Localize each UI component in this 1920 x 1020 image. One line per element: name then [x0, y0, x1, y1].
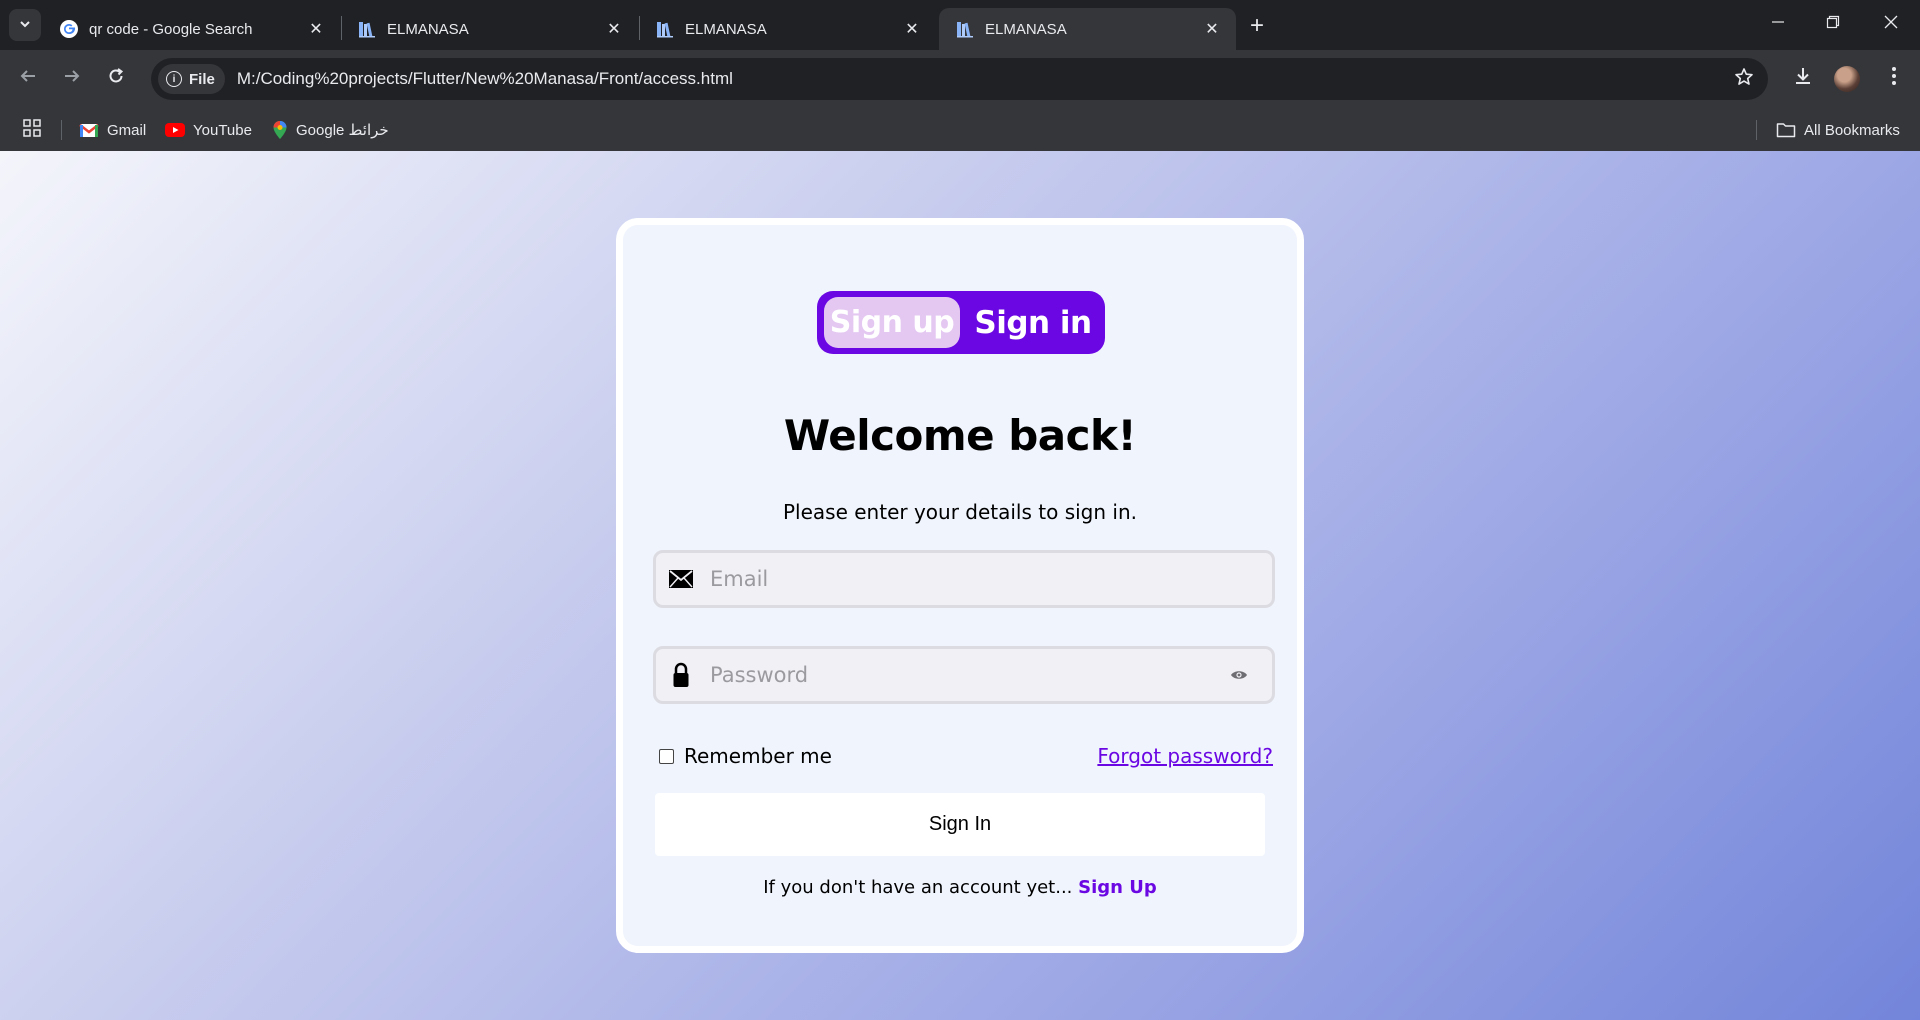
tab-title: qr code - Google Search: [89, 20, 253, 38]
bookmark-gmail[interactable]: Gmail: [79, 117, 146, 143]
page-viewport: Sign up Sign in Welcome back! Please ent…: [0, 151, 1920, 1020]
info-icon: i: [166, 71, 182, 87]
close-tab-icon[interactable]: ✕: [902, 19, 922, 39]
google-g-icon: [59, 19, 79, 39]
remember-me[interactable]: Remember me: [659, 744, 832, 768]
tab-title: ELMANASA: [685, 20, 767, 38]
tab-elmanasa-2[interactable]: ELMANASA ✕: [639, 8, 936, 50]
remember-me-label: Remember me: [684, 744, 832, 768]
tab-elmanasa-1[interactable]: ELMANASA ✕: [341, 8, 638, 50]
maps-pin-icon: [272, 120, 288, 140]
password-input[interactable]: [710, 663, 1228, 687]
tab-elmanasa-active[interactable]: ELMANASA ✕: [939, 8, 1236, 50]
bookmark-label: Google خرائط: [296, 122, 389, 139]
auth-card: Sign up Sign in Welcome back! Please ent…: [616, 218, 1304, 953]
all-bookmarks-label: All Bookmarks: [1804, 121, 1900, 139]
sign-in-button[interactable]: Sign In: [655, 793, 1265, 856]
bookmark-star-icon[interactable]: [1734, 67, 1754, 93]
bookmarks-bar: Gmail YouTube Google خرائط All Bookmarks: [0, 108, 1920, 151]
download-icon: [1793, 66, 1813, 92]
new-tab-button[interactable]: +: [1243, 12, 1271, 40]
signup-link[interactable]: Sign Up: [1078, 877, 1157, 898]
page-subtitle: Please enter your details to sign in.: [782, 500, 1137, 524]
email-field[interactable]: [653, 550, 1275, 608]
bookmark-separator: [61, 120, 62, 140]
email-input[interactable]: [710, 567, 1272, 591]
tab-google-search[interactable]: qr code - Google Search ✕: [43, 8, 340, 50]
password-field[interactable]: [653, 646, 1275, 704]
gmail-icon: [79, 122, 99, 138]
eye-icon[interactable]: [1228, 664, 1250, 686]
envelope-icon: [668, 566, 694, 592]
close-tab-icon[interactable]: ✕: [1202, 19, 1222, 39]
books-icon: [655, 19, 675, 39]
signin-toggle-option[interactable]: Sign in: [967, 297, 1099, 348]
reload-button[interactable]: [101, 64, 131, 94]
address-bar[interactable]: i File M:/Coding%20projects/Flutter/New%…: [151, 58, 1768, 100]
bookmark-label: Gmail: [107, 121, 147, 139]
plus-icon: +: [1249, 12, 1264, 39]
tab-strip: qr code - Google Search ✕ ELMANASA ✕ ELM…: [0, 0, 1920, 50]
page-title: Welcome back!: [783, 411, 1137, 460]
tab-search-button[interactable]: [9, 9, 41, 41]
books-icon: [955, 19, 975, 39]
forgot-password-link[interactable]: Forgot password?: [1097, 744, 1273, 768]
auth-mode-toggle: Sign up Sign in: [817, 291, 1105, 354]
folder-icon: [1776, 122, 1796, 138]
bookmark-google-maps[interactable]: Google خرائط: [272, 117, 389, 143]
apps-button[interactable]: [22, 117, 42, 143]
browser-toolbar: i File M:/Coding%20projects/Flutter/New%…: [0, 50, 1920, 108]
minimize-icon: [1771, 15, 1785, 34]
reload-icon: [107, 67, 125, 91]
bookmark-label: YouTube: [193, 121, 252, 139]
restore-button[interactable]: [1810, 8, 1856, 40]
menu-button[interactable]: [1879, 64, 1909, 94]
books-icon: [357, 19, 377, 39]
bookmark-separator: [1756, 120, 1757, 140]
signup-prompt-text: If you don't have an account yet...: [763, 877, 1073, 898]
downloads-button[interactable]: [1788, 64, 1818, 94]
forward-button[interactable]: [57, 64, 87, 94]
url-text[interactable]: M:/Coding%20projects/Flutter/New%20Manas…: [237, 69, 733, 89]
tab-title: ELMANASA: [985, 20, 1067, 38]
close-tab-icon[interactable]: ✕: [604, 19, 624, 39]
all-bookmarks-button[interactable]: All Bookmarks: [1776, 117, 1900, 143]
youtube-icon: [165, 123, 185, 137]
bookmark-youtube[interactable]: YouTube: [165, 117, 252, 143]
arrow-right-icon: [63, 67, 81, 91]
close-icon: [1883, 14, 1899, 35]
profile-avatar[interactable]: [1834, 66, 1860, 92]
site-info-label: File: [189, 70, 215, 88]
remember-me-checkbox[interactable]: [659, 748, 674, 764]
apps-grid-icon: [22, 118, 42, 142]
close-window-button[interactable]: [1868, 8, 1914, 40]
back-button[interactable]: [13, 64, 43, 94]
kebab-menu-icon: [1891, 66, 1897, 92]
minimize-button[interactable]: [1755, 8, 1801, 40]
chevron-down-icon: [18, 17, 32, 34]
arrow-left-icon: [19, 67, 37, 91]
site-info-chip[interactable]: i File: [158, 64, 225, 94]
restore-icon: [1826, 15, 1840, 34]
close-tab-icon[interactable]: ✕: [306, 19, 326, 39]
signup-prompt: If you don't have an account yet... Sign…: [623, 877, 1297, 898]
signup-toggle-option[interactable]: Sign up: [824, 297, 960, 348]
lock-icon: [668, 662, 694, 688]
tab-title: ELMANASA: [387, 20, 469, 38]
